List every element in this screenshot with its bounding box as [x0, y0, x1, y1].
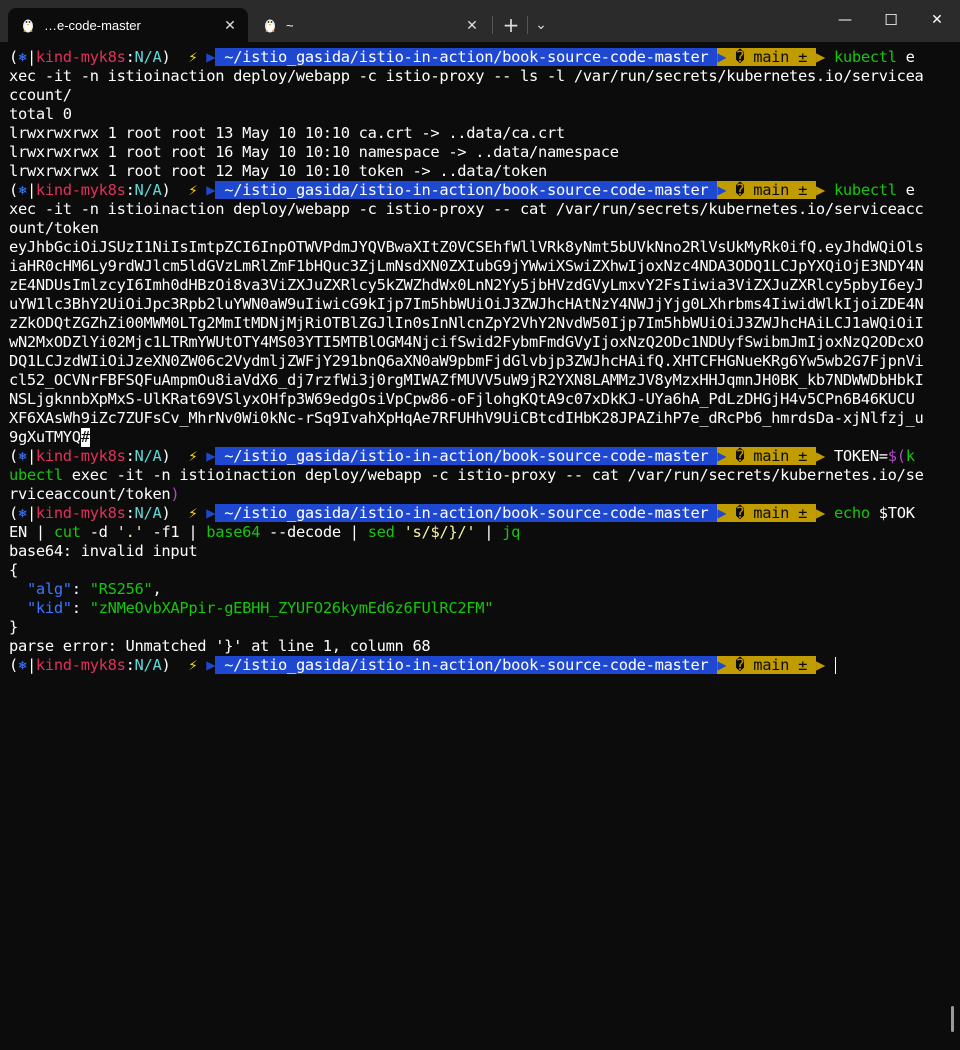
- linux-tux-icon: [262, 17, 278, 33]
- input-caret: [834, 657, 836, 674]
- lightning-icon: ⚡: [188, 447, 198, 465]
- output-line: parse error: Unmatched '}' at line 1, co…: [9, 637, 431, 655]
- prompt-line: (⎈|kind-myk8s:N/A) ⚡ ▶ ~/istio_gasida/is…: [9, 504, 915, 522]
- lightning-icon: ⚡: [188, 181, 198, 199]
- token-line: cl52_OCVNrFBFSQFuAmpmOu8iaVdX6_dj7rzfWi3…: [9, 371, 924, 389]
- kube-namespace: N/A: [134, 504, 162, 522]
- token-line: 9gXuTMYQ#: [9, 428, 90, 447]
- prompt-path: ~/istio_gasida/istio-in-action/book-sour…: [215, 504, 718, 522]
- lightning-icon: ⚡: [188, 504, 198, 522]
- k8s-helm-icon: ⎈: [17, 181, 27, 199]
- terminal-cursor: #: [80, 428, 90, 447]
- kube-namespace: N/A: [134, 181, 162, 199]
- output-line: ount/token: [9, 219, 99, 237]
- kube-namespace: N/A: [134, 656, 162, 674]
- git-branch: � main ±: [726, 447, 817, 465]
- token-line: DQ1LCJzdWIiOiJzeXN0ZW06c2VydmljZWFjY291b…: [9, 352, 924, 370]
- prompt-path: ~/istio_gasida/istio-in-action/book-sour…: [215, 447, 718, 465]
- output-line: lrwxrwxrwx 1 root root 13 May 10 10:10 c…: [9, 124, 565, 142]
- token-line: zE4NDUsImlzcyI6Imh0dHBzOi8va3ViZXJuZXRlc…: [9, 276, 924, 294]
- token-line: XF6XAsWh9iZc7ZUFsCv_MhrNv0Wi0kNc-rSq9Iva…: [9, 409, 924, 427]
- output-line: {: [9, 561, 18, 579]
- tab-divider: [492, 16, 493, 34]
- output-line: lrwxrwxrwx 1 root root 16 May 10 10:10 n…: [9, 143, 619, 161]
- json-line: "kid": "zNMeOvbXAPpir-gEBHH_ZYUFO26kymEd…: [26, 599, 494, 617]
- close-tab-icon[interactable]: ✕: [218, 17, 242, 34]
- kube-context: kind-myk8s: [35, 48, 126, 66]
- k8s-helm-icon: ⎈: [17, 447, 27, 465]
- output-line: base64: invalid input: [9, 542, 198, 560]
- title-bar: …e-code-master ✕ ~ ✕ + ⌄ — ☐ ✕: [0, 0, 960, 42]
- terminal-output[interactable]: (⎈|kind-myk8s:N/A) ⚡ ▶ ~/istio_gasida/is…: [9, 48, 951, 675]
- kube-namespace: N/A: [134, 447, 162, 465]
- token-line: uYW1lc3BhY2UiOiJpc3Rpb2luYWN0aW9uIiwicG9…: [9, 295, 924, 313]
- k8s-helm-icon: ⎈: [17, 504, 27, 522]
- prompt-path: ~/istio_gasida/istio-in-action/book-sour…: [215, 656, 718, 674]
- tab-divider: [527, 16, 528, 34]
- prompt-line: (⎈|kind-myk8s:N/A) ⚡ ▶ ~/istio_gasida/is…: [9, 48, 915, 66]
- token-line: NSLjgknnbXpMxS-UlKRat69VSlyxOHfp3W69edgO…: [9, 390, 915, 408]
- kube-context: kind-myk8s: [35, 447, 126, 465]
- output-line: lrwxrwxrwx 1 root root 12 May 10 10:10 t…: [9, 162, 547, 180]
- tab-title: …e-code-master: [44, 17, 141, 33]
- kube-context: kind-myk8s: [35, 504, 126, 522]
- kube-context: kind-myk8s: [35, 656, 126, 674]
- tab-home[interactable]: ~ ✕: [250, 8, 490, 42]
- token-line: iaHR0cHM6Ly9rdWJlcm5ldGVzLmRlZmF1bHQuc3Z…: [9, 257, 924, 275]
- lightning-icon: ⚡: [188, 48, 198, 66]
- minimize-button[interactable]: —: [822, 0, 868, 40]
- git-branch: � main ±: [726, 48, 817, 66]
- lightning-icon: ⚡: [188, 656, 198, 674]
- command-line: rviceaccount/token): [9, 485, 180, 503]
- kube-context: kind-myk8s: [35, 181, 126, 199]
- prompt-line: (⎈|kind-myk8s:N/A) ⚡ ▶ ~/istio_gasida/is…: [9, 181, 915, 199]
- kube-namespace: N/A: [134, 48, 162, 66]
- maximize-button[interactable]: ☐: [868, 0, 914, 40]
- prompt-line: (⎈|kind-myk8s:N/A) ⚡ ▶ ~/istio_gasida/is…: [9, 447, 915, 465]
- output-line: }: [9, 618, 18, 636]
- command-line: EN | cut -d '.' -f1 | base64 --decode | …: [9, 523, 521, 541]
- token-line: eyJhbGciOiJSUzI1NiIsImtpZCI6InpOTWVPdmJY…: [9, 238, 924, 256]
- k8s-helm-icon: ⎈: [17, 48, 27, 66]
- json-line: "alg": "RS256",: [26, 580, 162, 598]
- new-tab-button[interactable]: +: [497, 8, 525, 42]
- token-line: zZkODQtZGZhZi00MWM0LTg2MmItMDNjMjRiOTBlZ…: [9, 314, 924, 332]
- output-line: ccount/: [9, 86, 72, 104]
- tab-book-source-code-master[interactable]: …e-code-master ✕: [8, 8, 248, 42]
- git-branch: � main ±: [726, 656, 817, 674]
- tab-title: ~: [286, 17, 294, 33]
- close-tab-icon[interactable]: ✕: [460, 17, 484, 34]
- output-line: xec -it -n istioinaction deploy/webapp -…: [9, 67, 924, 85]
- output-line: total 0: [9, 105, 72, 123]
- git-branch: � main ±: [726, 504, 817, 522]
- linux-tux-icon: [20, 17, 36, 33]
- output-line: xec -it -n istioinaction deploy/webapp -…: [9, 200, 924, 218]
- prompt-path: ~/istio_gasida/istio-in-action/book-sour…: [215, 48, 718, 66]
- close-window-button[interactable]: ✕: [914, 0, 960, 40]
- git-branch: � main ±: [726, 181, 817, 199]
- scrollbar-thumb[interactable]: [951, 1006, 954, 1032]
- k8s-helm-icon: ⎈: [17, 656, 27, 674]
- prompt-line: (⎈|kind-myk8s:N/A) ⚡ ▶ ~/istio_gasida/is…: [9, 656, 951, 675]
- prompt-path: ~/istio_gasida/istio-in-action/book-sour…: [215, 181, 718, 199]
- tab-dropdown-chevron-icon[interactable]: ⌄: [530, 8, 552, 42]
- token-line: wN2MxODZlYi02Mjc1LTRmYWUtOTY4MS03YTI5MTB…: [9, 333, 924, 351]
- command-line: ubectl exec -it -n istioinaction deploy/…: [9, 466, 924, 484]
